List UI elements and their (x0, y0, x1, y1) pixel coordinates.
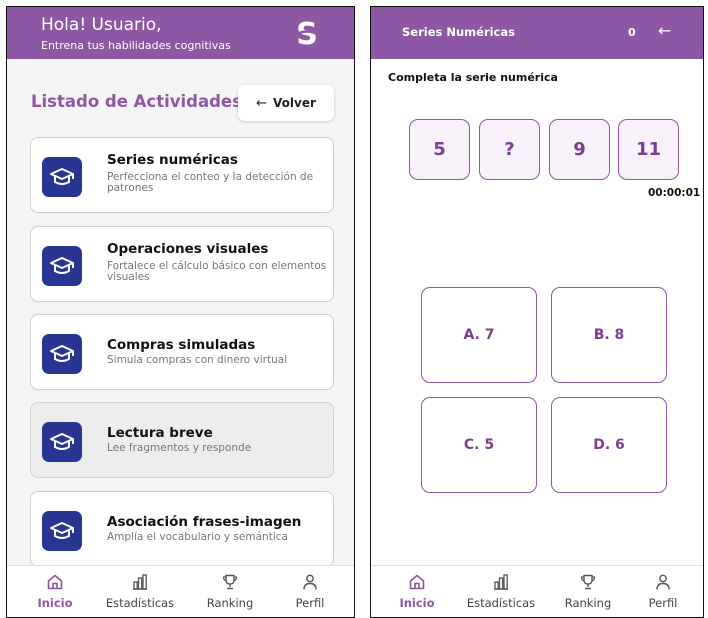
sequence-box-missing: ? (479, 119, 540, 180)
nav-label: Perfil (648, 596, 678, 610)
nav-item-inicio[interactable]: Inicio (15, 572, 95, 610)
home-icon (15, 572, 95, 592)
activities-screen: Hola! Usuario, Entrena tus habilidades c… (6, 6, 355, 618)
activity-description: Fortalece el cálculo básico con elemento… (107, 260, 327, 283)
activity-card[interactable]: Compras simuladas Simula compras con din… (30, 314, 334, 390)
activity-title: Lectura breve (107, 425, 213, 441)
answer-option-c[interactable]: C. 5 (421, 397, 537, 493)
graduation-cap-icon (42, 422, 82, 462)
home-icon (377, 572, 457, 592)
activity-description: Simula compras con dinero virtual (107, 354, 288, 366)
nav-label: Inicio (37, 596, 73, 610)
bar-chart-icon (461, 572, 541, 592)
nav-item-perfil[interactable]: Perfil (270, 572, 350, 610)
sequence-box: 5 (409, 119, 470, 180)
activity-card[interactable]: Asociación frases-imagen Amplía el vocab… (30, 491, 334, 567)
nav-label: Perfil (295, 596, 325, 610)
activity-card[interactable]: Series numéricas Perfecciona el conteo y… (30, 137, 334, 213)
graduation-cap-icon (42, 511, 82, 551)
back-button[interactable]: ← Volver (238, 85, 334, 121)
header-subtitle: Entrena tus habilidades cognitivas (41, 39, 231, 52)
activity-card[interactable]: Lectura breve Lee fragmentos y responde (30, 402, 334, 478)
bottom-nav: Inicio Estadísticas Ranking Perfil (7, 565, 354, 617)
nav-item-estadisticas[interactable]: Estadísticas (461, 572, 541, 610)
bar-chart-icon (100, 572, 180, 592)
nav-label: Ranking (564, 596, 612, 610)
nav-label: Inicio (399, 596, 435, 610)
app-logo-icon: S (296, 17, 318, 49)
answer-option-d[interactable]: D. 6 (551, 397, 667, 493)
game-title: Series Numéricas (402, 25, 515, 39)
nav-item-ranking[interactable]: Ranking (548, 572, 628, 610)
activity-card[interactable]: Operaciones visuales Fortalece el cálcul… (30, 226, 334, 302)
trophy-icon (548, 572, 628, 592)
nav-label: Estadísticas (105, 596, 175, 610)
activity-title: Compras simuladas (107, 337, 256, 353)
graduation-cap-icon (42, 246, 82, 286)
answer-option-b[interactable]: B. 8 (551, 287, 667, 383)
activity-description: Amplía el vocabulario y semántica (107, 531, 288, 543)
score-counter: 0 (628, 26, 636, 39)
activity-description: Lee fragmentos y responde (107, 442, 252, 454)
arrow-left-icon[interactable]: ← (658, 21, 671, 40)
timer: 00:00:01 (648, 187, 701, 199)
nav-item-ranking[interactable]: Ranking (190, 572, 270, 610)
nav-item-estadisticas[interactable]: Estadísticas (100, 572, 180, 610)
user-icon (270, 572, 350, 592)
nav-label: Ranking (206, 596, 254, 610)
instruction-text: Completa la serie numérica (388, 71, 558, 84)
activity-title: Operaciones visuales (107, 241, 269, 257)
app-header: Hola! Usuario, Entrena tus habilidades c… (7, 7, 354, 59)
user-icon (623, 572, 703, 592)
sequence-box: 11 (618, 119, 679, 180)
activity-description: Perfecciona el conteo y la detección de … (107, 171, 314, 194)
greeting: Hola! Usuario, (41, 15, 162, 35)
arrow-left-icon: ← (256, 95, 268, 111)
activity-title: Series numéricas (107, 152, 238, 168)
game-header: Series Numéricas 0 ← (371, 7, 703, 59)
activity-title: Asociación frases-imagen (107, 514, 302, 530)
sequence-box: 9 (549, 119, 610, 180)
graduation-cap-icon (42, 334, 82, 374)
numeric-series-screen: Series Numéricas 0 ← Completa la serie n… (370, 6, 704, 618)
trophy-icon (190, 572, 270, 592)
nav-label: Estadísticas (466, 596, 536, 610)
page-title: Listado de Actividades (31, 92, 242, 111)
back-button-label: Volver (273, 96, 316, 110)
nav-item-perfil[interactable]: Perfil (623, 572, 703, 610)
graduation-cap-icon (42, 157, 82, 197)
answer-option-a[interactable]: A. 7 (421, 287, 537, 383)
nav-item-inicio[interactable]: Inicio (377, 572, 457, 610)
bottom-nav: Inicio Estadísticas Ranking Perfil (371, 565, 703, 617)
